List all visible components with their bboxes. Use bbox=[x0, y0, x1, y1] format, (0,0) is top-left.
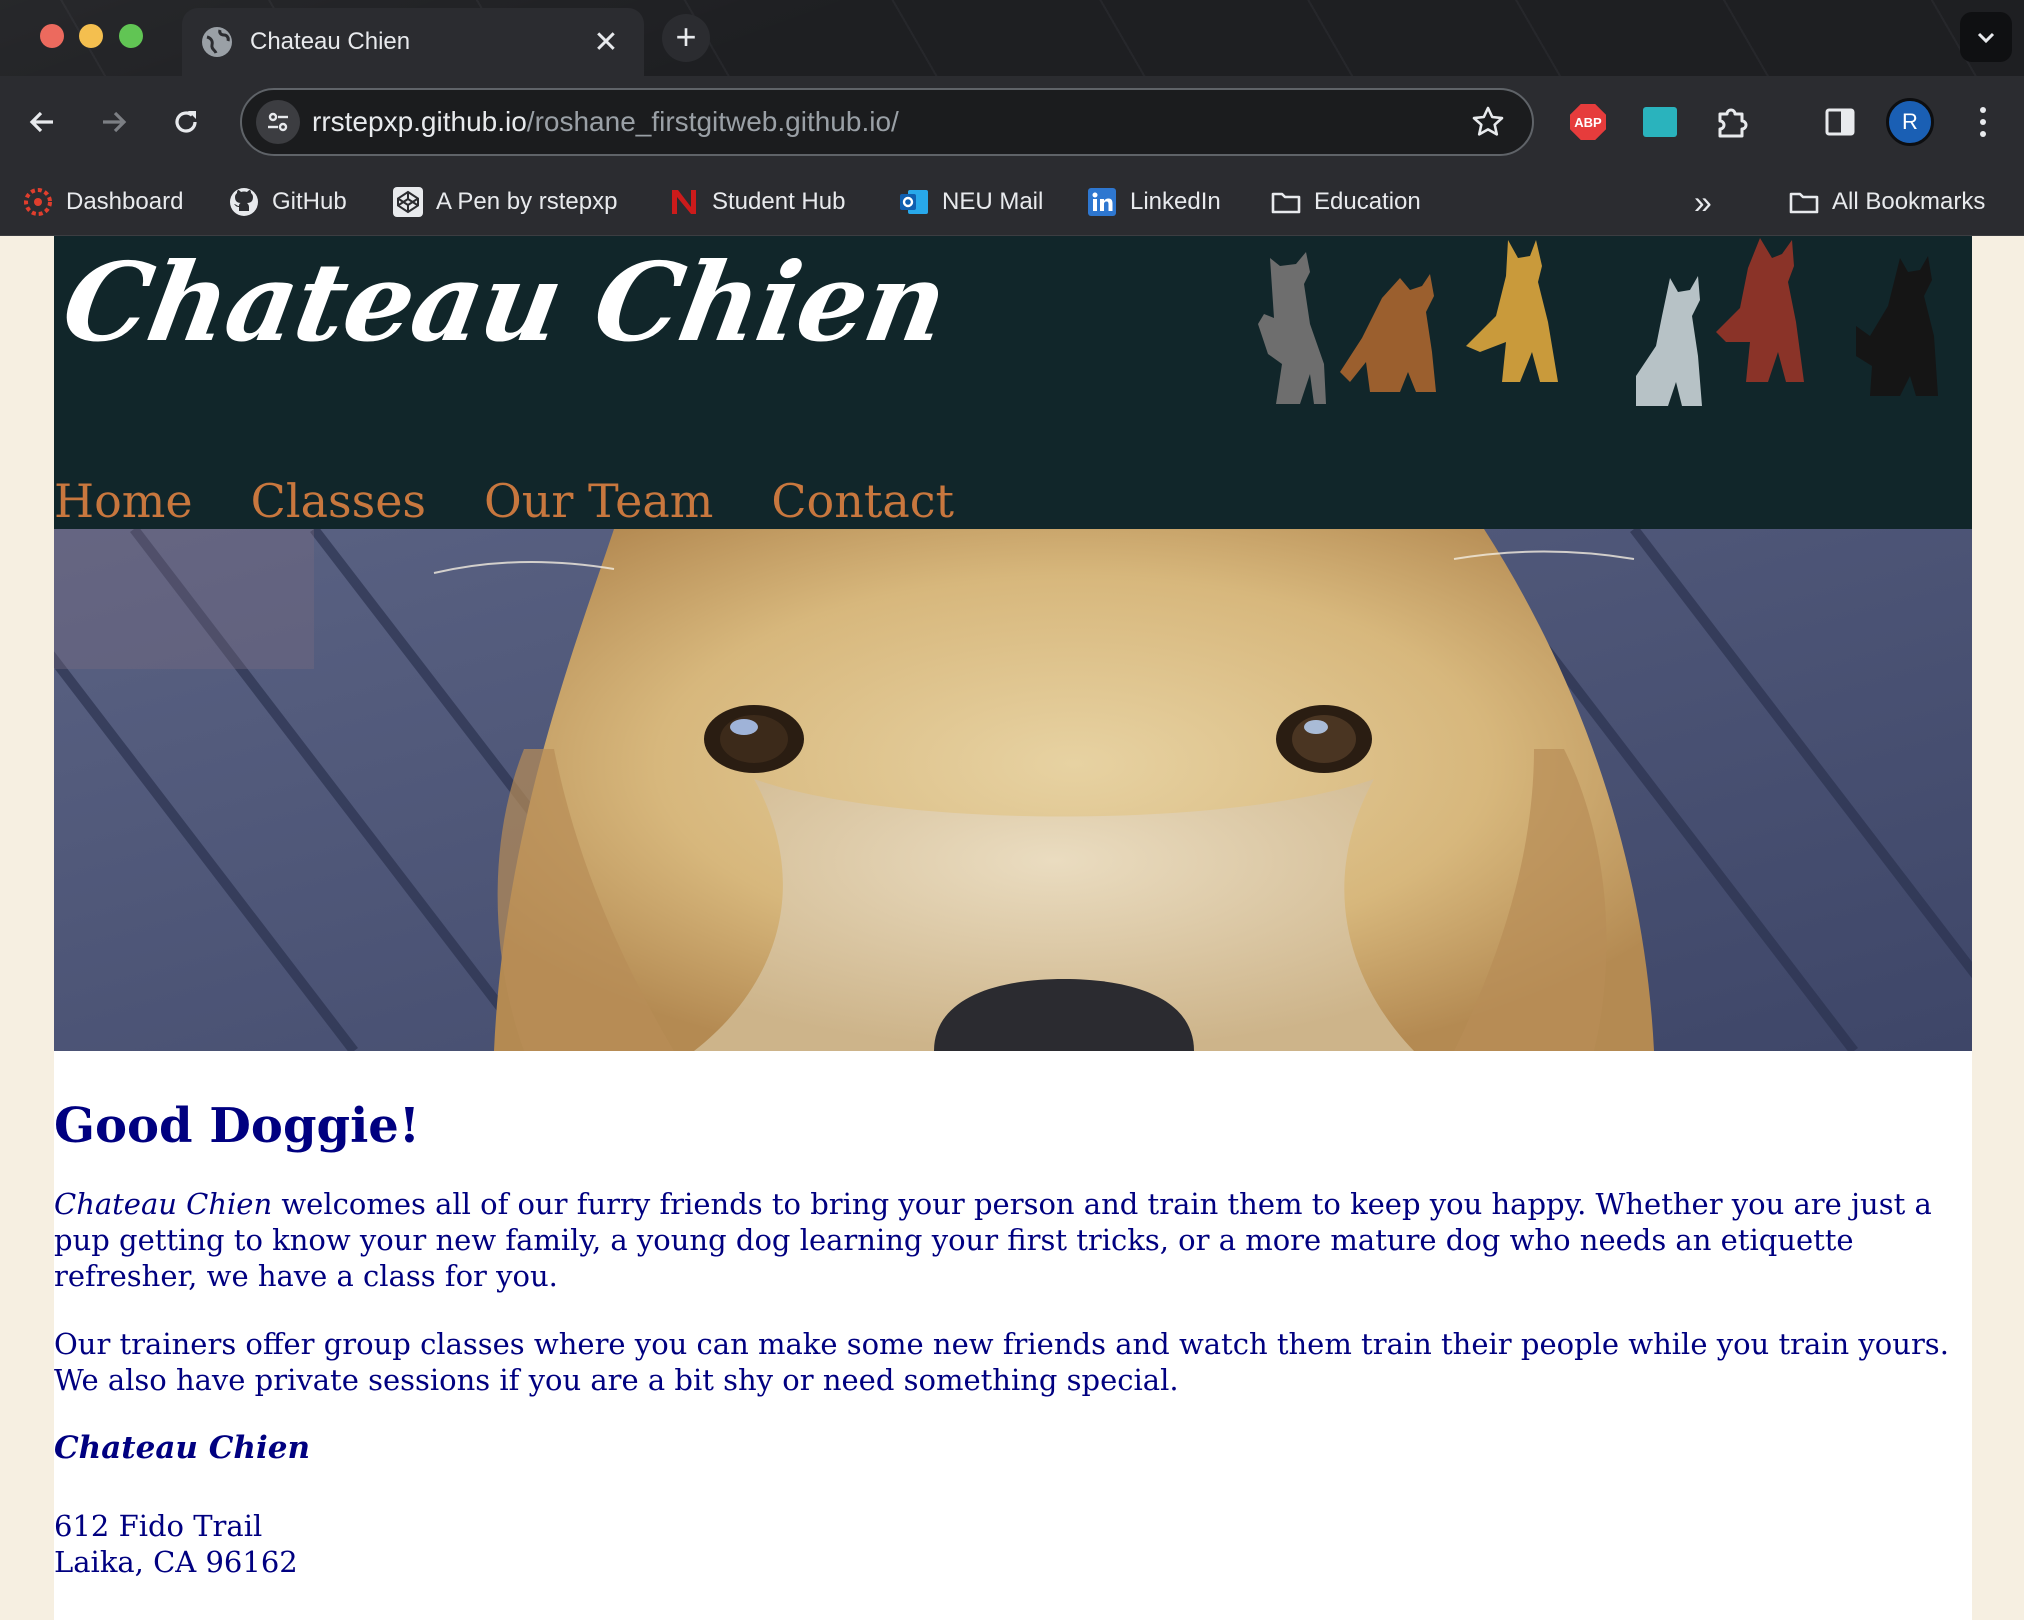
minimize-window-button[interactable] bbox=[79, 24, 103, 48]
all-bookmarks-button[interactable]: All Bookmarks bbox=[1788, 182, 1985, 222]
nav-our-team[interactable]: Our Team bbox=[484, 472, 713, 530]
url-text[interactable]: rrstepxp.github.io/roshane_firstgitweb.g… bbox=[312, 106, 899, 138]
profile-avatar[interactable]: R bbox=[1886, 98, 1934, 146]
tab-search-button[interactable] bbox=[1960, 12, 2012, 62]
maximize-window-button[interactable] bbox=[119, 24, 143, 48]
intro-brand: Chateau Chien bbox=[54, 1187, 273, 1221]
tune-icon bbox=[268, 112, 288, 132]
puzzle-icon bbox=[1718, 108, 1748, 138]
bookmark-label: Education bbox=[1314, 188, 1421, 215]
new-tab-button[interactable]: + bbox=[662, 14, 710, 62]
intro-paragraph: Chateau Chien welcomes all of our furry … bbox=[54, 1186, 1972, 1294]
all-bookmarks-label: All Bookmarks bbox=[1832, 188, 1986, 215]
tab-strip: Chateau Chien ✕ + bbox=[0, 0, 2024, 76]
close-window-button[interactable] bbox=[40, 24, 64, 48]
close-tab-icon[interactable]: ✕ bbox=[588, 25, 624, 60]
globe-icon bbox=[202, 27, 232, 57]
address-line-2: Laika, CA 96162 bbox=[54, 1545, 298, 1579]
bookmark-label: GitHub bbox=[272, 188, 347, 215]
bookmark-label: Student Hub bbox=[712, 188, 846, 215]
main-content: Good Doggie! Chateau Chien welcomes all … bbox=[54, 1096, 1972, 1580]
pets-silhouette-banner bbox=[1258, 238, 1938, 406]
bookmark-linkedin[interactable]: LinkedIn bbox=[1086, 182, 1221, 222]
page-viewport: Chateau Chien Home Classes Our Team Cont… bbox=[0, 236, 2024, 1620]
forward-button[interactable] bbox=[88, 96, 140, 148]
folder-icon bbox=[1788, 186, 1820, 218]
arrow-right-icon bbox=[103, 111, 127, 133]
intro-text: welcomes all of our furry friends to bri… bbox=[54, 1187, 1932, 1293]
classes-paragraph: Our trainers offer group classes where y… bbox=[54, 1327, 1949, 1397]
bookmark-label: A Pen by rstepxp bbox=[436, 188, 618, 215]
nav-contact[interactable]: Contact bbox=[771, 472, 954, 530]
extensions-button[interactable] bbox=[1710, 100, 1754, 144]
outlook-icon bbox=[898, 186, 930, 218]
menu-kebab-icon[interactable] bbox=[1968, 98, 1998, 146]
side-panel-button[interactable] bbox=[1818, 100, 1862, 144]
address-bar[interactable]: rrstepxp.github.io/roshane_firstgitweb.g… bbox=[240, 88, 1534, 156]
site-nav: Home Classes Our Team Contact bbox=[54, 472, 1012, 530]
chevron-down-icon bbox=[1977, 32, 1995, 44]
address-line-1: 612 Fido Trail bbox=[54, 1509, 263, 1543]
codepen-icon bbox=[392, 186, 424, 218]
hero-dog-photo bbox=[54, 529, 1972, 1051]
amazon-extension[interactable] bbox=[1638, 100, 1682, 144]
bookmark-github[interactable]: GitHub bbox=[228, 182, 347, 222]
url-path: /roshane_firstgitweb.github.io/ bbox=[526, 106, 899, 137]
arrow-left-icon bbox=[29, 111, 53, 133]
browser-toolbar: rrstepxp.github.io/roshane_firstgitweb.g… bbox=[0, 76, 2024, 168]
bookmark-neu-mail[interactable]: NEU Mail bbox=[898, 182, 1043, 222]
bookmark-label: Dashboard bbox=[66, 188, 184, 215]
northeastern-icon bbox=[668, 186, 700, 218]
site-title: Chateau Chien bbox=[54, 240, 956, 366]
bookmark-education-folder[interactable]: Education bbox=[1270, 182, 1421, 222]
bookmark-label: LinkedIn bbox=[1130, 188, 1221, 215]
reload-button[interactable] bbox=[160, 96, 212, 148]
nav-classes[interactable]: Classes bbox=[251, 472, 426, 530]
page-container: Chateau Chien Home Classes Our Team Cont… bbox=[54, 236, 1972, 1620]
bookmark-codepen[interactable]: A Pen by rstepxp bbox=[392, 182, 617, 222]
reload-icon bbox=[175, 111, 197, 133]
footer-brand: Chateau Chien bbox=[54, 1430, 311, 1466]
bookmarks-bar: Dashboard GitHub A Pen by rstepxp Studen… bbox=[0, 168, 2024, 236]
folder-icon bbox=[1270, 186, 1302, 218]
nav-home[interactable]: Home bbox=[54, 472, 193, 530]
page-heading: Good Doggie! bbox=[54, 1098, 420, 1154]
site-header: Chateau Chien Home Classes Our Team Cont… bbox=[54, 236, 1972, 529]
abp-icon: ABP bbox=[1570, 104, 1606, 140]
bookmarks-overflow-button[interactable]: » bbox=[1694, 182, 1712, 222]
bookmark-student-hub[interactable]: Student Hub bbox=[668, 182, 845, 222]
canvas-icon bbox=[22, 186, 54, 218]
side-panel-icon bbox=[1825, 108, 1855, 136]
tab-title: Chateau Chien bbox=[250, 28, 411, 55]
bookmark-label: NEU Mail bbox=[942, 188, 1044, 215]
bookmark-star-icon[interactable] bbox=[1470, 104, 1506, 145]
url-host: rrstepxp.github.io bbox=[312, 106, 527, 137]
bookmark-dashboard[interactable]: Dashboard bbox=[22, 182, 183, 222]
linkedin-icon bbox=[1086, 186, 1118, 218]
site-info-button[interactable] bbox=[256, 100, 300, 144]
active-tab[interactable]: Chateau Chien ✕ bbox=[182, 8, 644, 76]
github-icon bbox=[228, 186, 260, 218]
amazon-assistant-icon bbox=[1643, 107, 1677, 137]
back-button[interactable] bbox=[16, 96, 68, 148]
adblock-plus-extension[interactable]: ABP bbox=[1566, 100, 1610, 144]
